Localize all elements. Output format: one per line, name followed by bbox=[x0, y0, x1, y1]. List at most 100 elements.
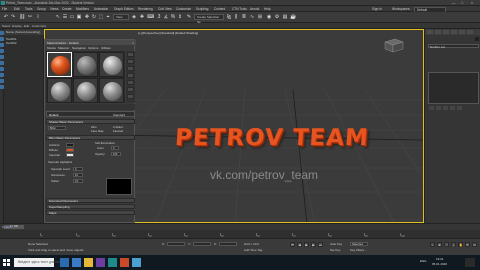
modifier-list[interactable]: Modifier List bbox=[428, 44, 479, 49]
backlight-icon[interactable] bbox=[127, 59, 134, 64]
time-slider-bar[interactable]: 0 / 100 bbox=[0, 223, 480, 230]
modify-tab-icon[interactable] bbox=[435, 30, 441, 34]
menu-customize[interactable]: Customize bbox=[176, 7, 191, 11]
pivot-center-icon[interactable]: ◈ bbox=[131, 14, 137, 20]
menu-options[interactable]: Options bbox=[88, 46, 98, 50]
options-icon[interactable] bbox=[127, 94, 134, 99]
pan-icon[interactable]: ✋ bbox=[458, 242, 463, 247]
close-icon[interactable]: × bbox=[132, 41, 134, 45]
previous-frame-icon[interactable]: ◀ bbox=[297, 242, 302, 247]
play-icon[interactable]: ▶ bbox=[304, 242, 309, 247]
curve-editor-icon[interactable]: ∿ bbox=[249, 14, 255, 20]
menu-modifiers[interactable]: Modifiers bbox=[76, 7, 89, 11]
menu-views[interactable]: Views bbox=[50, 7, 58, 11]
angle-snap-icon[interactable]: ∡ bbox=[163, 14, 169, 20]
rotate-icon[interactable]: ↻ bbox=[91, 14, 97, 20]
menu-edit[interactable]: Edit bbox=[14, 7, 20, 11]
menu-modes[interactable]: Modes bbox=[47, 46, 56, 50]
language-indicator[interactable]: ENG bbox=[420, 259, 427, 263]
menu-animation[interactable]: Animation bbox=[94, 7, 108, 11]
menu-arnold[interactable]: Arnold bbox=[250, 7, 259, 11]
align-icon[interactable]: ⫼ bbox=[233, 14, 239, 20]
motion-tab-icon[interactable] bbox=[451, 30, 457, 34]
viewcube-icon[interactable] bbox=[382, 37, 404, 53]
select-manipulate-icon[interactable]: ✚ bbox=[139, 14, 145, 20]
material-type-button[interactable]: Standard bbox=[113, 113, 125, 117]
unlink-icon[interactable]: ✂ bbox=[27, 14, 33, 20]
remove-modifier-icon[interactable] bbox=[450, 106, 455, 110]
z-coordinate-field[interactable] bbox=[219, 242, 237, 246]
menu-scripting[interactable]: Scripting bbox=[196, 7, 208, 11]
menu-help[interactable]: Help bbox=[264, 7, 271, 11]
scene-3d-text[interactable]: PETROV TEAM bbox=[174, 125, 370, 151]
tab-select[interactable]: Select bbox=[2, 24, 10, 28]
3dsmax-taskbar-icon[interactable] bbox=[108, 258, 117, 267]
zoom-extents-icon[interactable]: ⛶ bbox=[444, 242, 449, 247]
hierarchy-tab-icon[interactable] bbox=[443, 30, 449, 34]
redo-icon[interactable]: ↷ bbox=[10, 14, 16, 20]
tab-display[interactable]: Display bbox=[12, 24, 22, 28]
ambient-color-swatch[interactable] bbox=[66, 143, 74, 147]
shader-type-select[interactable]: Blinn bbox=[48, 126, 66, 130]
faceted-checkbox[interactable]: Faceted bbox=[113, 129, 123, 133]
maximize-button[interactable]: □ bbox=[461, 1, 463, 5]
orbit-icon[interactable]: ⟳ bbox=[465, 242, 470, 247]
material-editor-titlebar[interactable]: Material Editor - Default × bbox=[45, 40, 136, 45]
tab-edit[interactable]: Edit bbox=[24, 24, 29, 28]
menu-create[interactable]: Create bbox=[62, 7, 72, 11]
track-bar[interactable]: 0 10 20 30 40 50 60 70 80 90 100 bbox=[0, 230, 480, 239]
undo-icon[interactable]: ↶ bbox=[3, 14, 9, 20]
pin-stack-icon[interactable] bbox=[429, 106, 434, 110]
render-production-icon[interactable]: ☕ bbox=[290, 14, 296, 20]
sample-slot[interactable] bbox=[99, 52, 124, 77]
spinner-snap-icon[interactable]: ⇕ bbox=[177, 14, 183, 20]
material-editor-bottom-toolbar[interactable] bbox=[46, 104, 135, 110]
display-tab-icon[interactable] bbox=[459, 30, 465, 34]
place-icon[interactable]: ⌖ bbox=[105, 14, 111, 20]
percent-snap-icon[interactable]: % bbox=[170, 14, 176, 20]
edit-named-selection-icon[interactable]: ✎ bbox=[186, 14, 192, 20]
close-button[interactable]: × bbox=[471, 1, 473, 5]
rendered-frame-window-icon[interactable]: ▤ bbox=[282, 14, 288, 20]
go-to-end-icon[interactable]: ⏭ bbox=[318, 242, 323, 247]
material-name-field[interactable]: Default Standard bbox=[46, 111, 135, 117]
configure-modifier-sets-icon[interactable] bbox=[457, 106, 462, 110]
self-illum-color-field[interactable]: 0 bbox=[111, 146, 119, 150]
rollout-extended[interactable]: Extended Parameters bbox=[46, 198, 135, 203]
modifier-stack[interactable] bbox=[428, 72, 479, 104]
key-mode-select[interactable]: Selected bbox=[350, 242, 368, 246]
schematic-view-icon[interactable]: ⊞ bbox=[257, 14, 263, 20]
go-to-start-icon[interactable]: ⏮ bbox=[290, 242, 295, 247]
menu-material[interactable]: Material bbox=[58, 46, 69, 50]
make-unique-icon[interactable] bbox=[443, 106, 448, 110]
auto-key-button[interactable]: Auto Key bbox=[330, 242, 342, 246]
explorer-app-icon[interactable] bbox=[84, 258, 93, 267]
next-frame-icon[interactable]: ▶ bbox=[311, 242, 316, 247]
keyboard-shortcut-icon[interactable]: ⌨ bbox=[147, 14, 154, 20]
add-time-tag-button[interactable]: Add Time Tag bbox=[244, 248, 262, 252]
rollout-maps[interactable]: Maps bbox=[46, 210, 135, 215]
scale-icon[interactable]: ⬚ bbox=[98, 14, 104, 20]
specular-color-swatch[interactable] bbox=[66, 153, 74, 157]
maximize-viewport-icon[interactable]: ⊡ bbox=[472, 242, 477, 247]
scene-row-text002[interactable]: Text002 bbox=[6, 41, 17, 45]
taskbar-search-input[interactable]: Введите здесь текст для поиска bbox=[14, 258, 65, 267]
menu-tools[interactable]: Tools bbox=[25, 7, 32, 11]
uv-tiling-icon[interactable] bbox=[127, 73, 134, 78]
sample-slot[interactable] bbox=[99, 78, 124, 103]
zoom-all-icon[interactable]: ⊕ bbox=[437, 242, 442, 247]
clock-date[interactable]: 05.01.2020 bbox=[432, 262, 447, 266]
menu-content[interactable]: Content bbox=[214, 7, 225, 11]
sample-slot-active[interactable] bbox=[47, 52, 72, 77]
rollout-blinn-basic[interactable]: Blinn Basic Parameters bbox=[46, 135, 135, 140]
notification-center-icon[interactable] bbox=[465, 258, 475, 267]
named-selection-set[interactable]: Create Selection Se bbox=[194, 14, 224, 24]
sign-in-link[interactable]: Sign In bbox=[372, 7, 382, 11]
sample-slot[interactable] bbox=[73, 78, 98, 103]
minimize-button[interactable]: — bbox=[452, 1, 456, 5]
snaps-toggle-icon[interactable]: 3 bbox=[156, 14, 162, 20]
menu-utilities[interactable]: Utilities bbox=[101, 46, 111, 50]
create-tab-icon[interactable] bbox=[427, 30, 433, 34]
object-color-swatch[interactable] bbox=[475, 37, 479, 41]
menu-civil-view[interactable]: Civil View bbox=[158, 7, 172, 11]
